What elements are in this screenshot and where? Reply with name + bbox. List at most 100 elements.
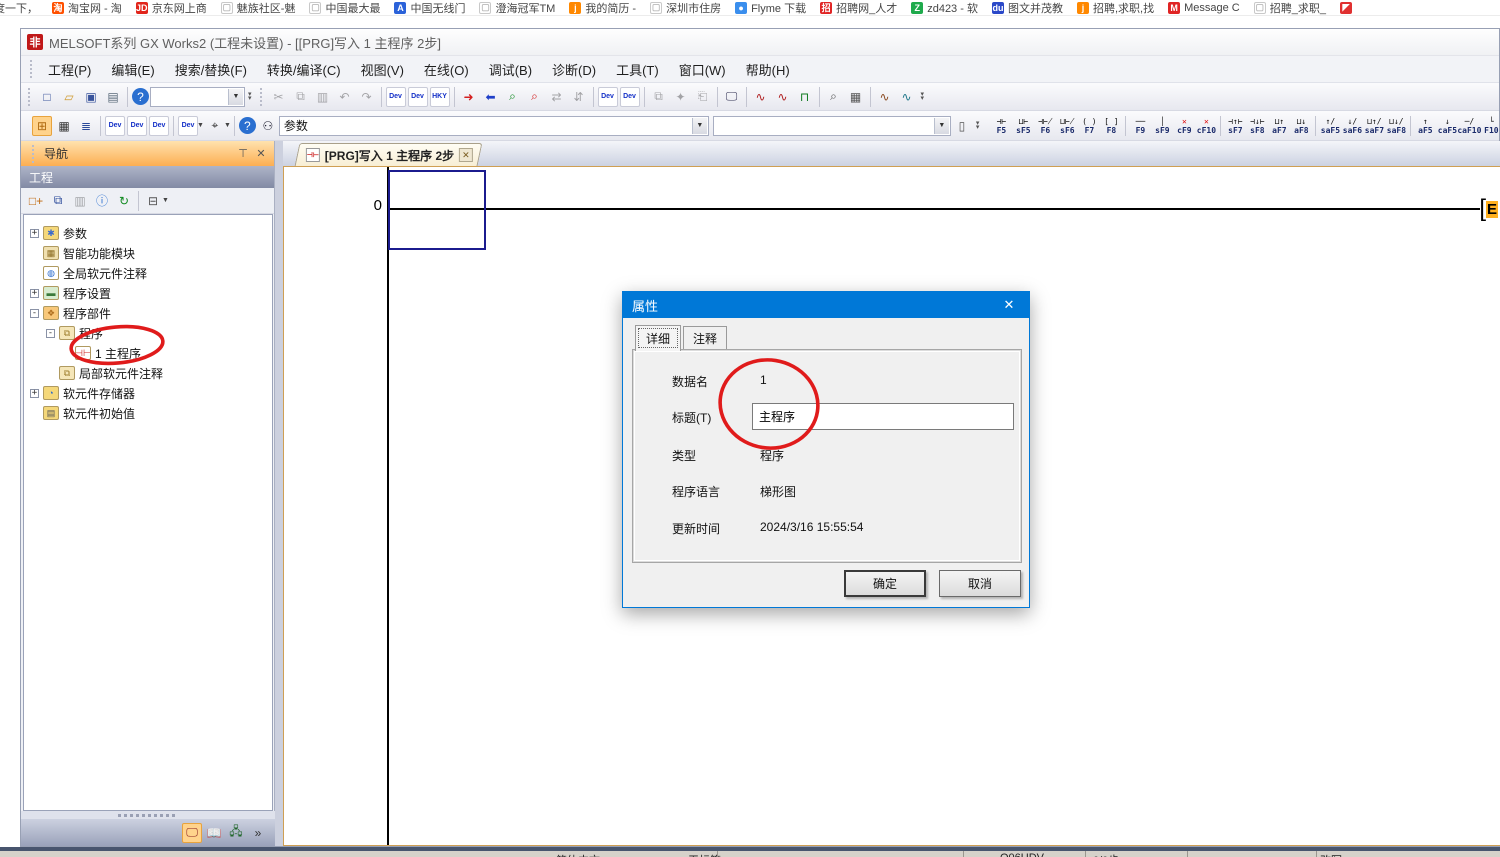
bookmark-item[interactable]: ▢中国最大最 — [309, 0, 380, 16]
device-watch-icon[interactable]: Dev — [178, 116, 198, 136]
dropdown-arrow-icon[interactable]: ▼ — [224, 122, 231, 129]
menu-f[interactable]: 搜索/替换(F) — [165, 56, 257, 83]
ladder-symbol-button-caF5[interactable]: ↓caF5 — [1436, 113, 1458, 139]
menu-o[interactable]: 在线(O) — [414, 56, 479, 83]
menu-t[interactable]: 工具(T) — [606, 56, 669, 83]
wave-scope-icon[interactable]: ∿ — [897, 87, 917, 107]
dropdown-arrow-icon[interactable]: ▼ — [197, 122, 204, 129]
ladder-symbol-button-saF8[interactable]: ⊔↓/saF8 — [1385, 113, 1407, 139]
more-views-chevron-icon[interactable]: » — [248, 823, 268, 843]
tree-item-row7[interactable]: ⧉局部软元件注释 — [46, 363, 163, 383]
module-configuration-icon[interactable]: ▦ — [54, 116, 74, 136]
ladder-symbol-button-aF8[interactable]: ⊔↓aF8 — [1290, 113, 1312, 139]
bookmark-item[interactable]: ▢招聘_求职_ — [1254, 0, 1326, 16]
doc-search-icon[interactable]: ▯ — [952, 116, 972, 136]
help-icon[interactable]: ? — [132, 88, 149, 105]
toolbar-grip[interactable] — [27, 88, 32, 106]
menu-h[interactable]: 帮助(H) — [736, 56, 800, 83]
toolbar-overflow-icon[interactable]: ▾▾ — [921, 93, 925, 101]
logic-test-icon[interactable]: ⊓ — [795, 87, 815, 107]
paste-icon[interactable]: ▥ — [313, 87, 333, 107]
sort-filter-icon[interactable]: ⊟ — [143, 191, 163, 211]
sampling-trace-icon[interactable]: ∿ — [751, 87, 771, 107]
bookmark-item[interactable]: Zzd423 - 软 — [911, 0, 978, 16]
monitor-start-icon[interactable]: ⌕ — [503, 87, 523, 107]
refresh-icon[interactable]: ↻ — [114, 191, 134, 211]
trace-camera-icon[interactable]: ▦ — [846, 87, 866, 107]
dropdown-arrow-icon[interactable]: ▼ — [162, 197, 169, 204]
bookmark-item[interactable]: ▢魅族社区-魅 — [221, 0, 296, 16]
device-monitor-icon[interactable]: Dev — [408, 87, 428, 107]
bookmark-item[interactable]: JD京东网上商 — [136, 0, 207, 16]
bookmark-item[interactable]: ▢澄海冠军TM — [479, 0, 555, 16]
paste-data-icon[interactable]: ▥ — [70, 191, 90, 211]
bookmark-item[interactable]: 淘淘宝网 - 淘 — [52, 0, 122, 16]
ladder-symbol-button-caF10[interactable]: ─/caF10 — [1458, 113, 1480, 139]
ladder-symbol-button-saF5[interactable]: ↑/saF5 — [1319, 113, 1341, 139]
toolbar-overflow-icon[interactable]: ▾▾ — [976, 122, 980, 130]
menu-d[interactable]: 诊断(D) — [542, 56, 606, 83]
find-combo[interactable]: ▼ — [713, 116, 951, 136]
ladder-symbol-button-F9[interactable]: ──F9 — [1129, 113, 1151, 139]
menubar-grip[interactable] — [29, 60, 34, 78]
project-view-icon[interactable]: 🖵 — [182, 823, 202, 843]
save-project-icon[interactable]: ▣ — [81, 87, 101, 107]
tree-item-row9[interactable]: ▤软元件初始值 — [30, 403, 135, 423]
hot-key-icon[interactable]: HKY — [430, 87, 450, 107]
expand-plus-icon[interactable]: + — [30, 289, 39, 298]
pin-icon[interactable]: ⊤ — [236, 147, 250, 160]
window-cascade-icon[interactable]: ⧉ — [649, 87, 669, 107]
collapse-minus-icon[interactable]: - — [46, 329, 55, 338]
project-combo[interactable]: ▼ — [150, 87, 245, 107]
new-data-icon[interactable]: □+ — [26, 191, 46, 211]
ladder-symbol-button-saF7[interactable]: ⊔↑/saF7 — [1363, 113, 1385, 139]
panel-splitter-handle[interactable] — [21, 811, 275, 819]
device-combo[interactable]: 参数▼ — [279, 116, 709, 136]
connection-destination-icon[interactable]: 🖧 — [226, 823, 246, 843]
menu-p[interactable]: 工程(P) — [38, 56, 101, 83]
work-list-icon[interactable]: ≣ — [76, 116, 96, 136]
close-panel-icon[interactable]: ✕ — [254, 147, 268, 160]
tree-item-row0[interactable]: +✱参数 — [30, 223, 87, 243]
tab-details[interactable]: 详细 — [635, 325, 681, 351]
ladder-symbol-button-sF8[interactable]: ⊣↓⊢sF8 — [1246, 113, 1268, 139]
ladder-symbol-button-cF9[interactable]: ✕cF9 — [1173, 113, 1195, 139]
tree-item-row8[interactable]: +◔软元件存储器 — [30, 383, 135, 403]
toolbar-overflow-icon[interactable]: ▾▾ — [248, 93, 252, 101]
dialog-titlebar[interactable]: 属性 — [623, 292, 1029, 318]
expand-plus-icon[interactable]: + — [30, 389, 39, 398]
copy-icon[interactable]: ⧉ — [291, 87, 311, 107]
ladder-symbol-button-aF5[interactable]: ↑aF5 — [1414, 113, 1436, 139]
bookmark-item[interactable]: MMessage C — [1168, 2, 1240, 14]
tree-item-row1[interactable]: ▦智能功能模块 — [30, 243, 135, 263]
bookmark-item[interactable]: A中国无线门 — [394, 0, 465, 16]
combo-arrow-icon[interactable]: ▼ — [692, 118, 707, 134]
user-library-icon[interactable]: 📖 — [204, 823, 224, 843]
collapse-minus-icon[interactable]: - — [30, 309, 39, 318]
bookmark-item[interactable]: 招招聘网_人才 — [820, 0, 897, 16]
device-test-icon[interactable]: Dev — [620, 87, 640, 107]
wave-thermo-icon[interactable]: ∿ — [875, 87, 895, 107]
sampling-trace2-icon[interactable]: ∿ — [773, 87, 793, 107]
cut-icon[interactable]: ✂ — [269, 87, 289, 107]
menu-v[interactable]: 视图(V) — [351, 56, 414, 83]
ladder-symbol-button-F10[interactable]: └F10 — [1480, 113, 1500, 139]
menu-c[interactable]: 转换/编译(C) — [257, 56, 351, 83]
tree-item-main-program[interactable]: ⊣⊢1 主程序 — [62, 343, 141, 363]
bookmark-item[interactable]: j招聘,求职,找 — [1077, 0, 1154, 16]
tab-close-icon[interactable]: ✕ — [459, 148, 473, 162]
ladder-symbol-button-F7[interactable]: ( )F7 — [1078, 113, 1100, 139]
ladder-cursor[interactable] — [388, 170, 486, 250]
ladder-symbol-button-sF5[interactable]: ⊔⊢sF5 — [1012, 113, 1034, 139]
tree-item-row2[interactable]: ◍全局软元件注释 — [30, 263, 147, 283]
data-property-icon[interactable]: ⓘ — [92, 191, 112, 211]
doc-transfer-icon[interactable]: ⎗ — [693, 87, 713, 107]
ladder-symbol-button-F6[interactable]: ⊣⊬F6 — [1034, 113, 1056, 139]
open-project-icon[interactable]: ▱ — [59, 87, 79, 107]
copy-data-icon[interactable]: ⧉ — [48, 191, 68, 211]
tree-item-row5[interactable]: -⧉程序 — [46, 323, 103, 343]
ladder-symbol-button-cF10[interactable]: ✕cF10 — [1195, 113, 1217, 139]
monitor-write-icon[interactable]: ⇄ — [547, 87, 567, 107]
trace-search-icon[interactable]: ⌕ — [824, 87, 844, 107]
network-icon[interactable]: ✦ — [671, 87, 691, 107]
